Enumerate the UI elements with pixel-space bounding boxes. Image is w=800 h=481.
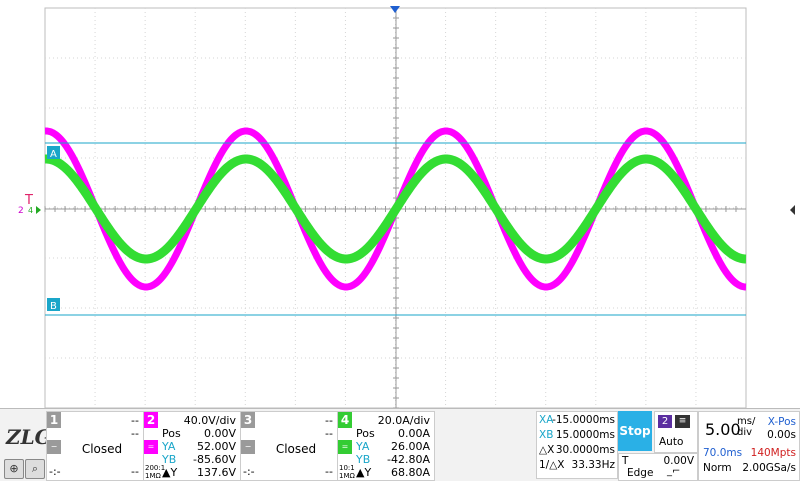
ch4-pos-value: 0.00A (397, 427, 430, 440)
rising-edge-icon: _⌐ (667, 466, 681, 477)
ch4-probe-ratio: 10:1 (339, 464, 355, 472)
channel-3-panel[interactable]: 3 -- -- − Closed -:- -- (240, 411, 338, 481)
acquisition-window: 70.0ms (703, 447, 743, 459)
run-stop-button[interactable]: Stop (618, 411, 652, 451)
acquisition-mode: Norm (703, 462, 732, 474)
ch4-delta-y-label: ▲Y (356, 466, 372, 479)
ch2-ya-value: 52.00V (196, 440, 236, 453)
ch2-ya-label: YA (162, 440, 176, 453)
trigger-source-panel[interactable]: 2 ≡ Auto (654, 411, 698, 453)
ch2-yb-value: -85.60V (193, 453, 236, 466)
frequency-label: 1/△X (539, 459, 565, 471)
trigger-mode: Auto (659, 436, 684, 448)
x-pos-value: 0.00s (767, 429, 796, 441)
timebase-unit-top: ms/ (737, 416, 756, 427)
channel-1-number: 1 (47, 412, 61, 428)
xb-label: XB (539, 429, 554, 441)
ch2-pos-value: 0.00V (203, 427, 236, 440)
timebase-unit-bottom: div (737, 427, 753, 438)
ch-offset-arrow-icon (36, 206, 41, 214)
control-panel: ZLG® ⊕ ⌕ 1 -- -- − Closed -:- -- 2 40.0V… (0, 408, 800, 481)
trigger-source: 2 (658, 415, 672, 428)
cursor-measurement-panel[interactable]: XA -15.0000ms XB 15.0000ms △X 30.0000ms 1/△… (536, 411, 618, 479)
waveform-display[interactable]: A B T 2 4 (0, 0, 800, 408)
memory-depth: 140Mpts (750, 447, 796, 459)
ch1-coupling-icon: − (47, 440, 61, 454)
search-icon[interactable]: ⌕ (25, 459, 45, 479)
cursor-b-label: B (50, 301, 57, 312)
ch2-coupling-icon: = (144, 440, 158, 454)
ch2-scale: 40.0V/div (183, 414, 236, 427)
trigger-type: Edge (627, 467, 654, 479)
waveform-canvas: A B T 2 4 (18, 6, 795, 408)
ch4-delta-y-value: 68.80A (390, 466, 430, 479)
x-pos-label: X-Pos (767, 416, 796, 428)
xa-value: -15.0000ms (552, 414, 615, 426)
right-offset-arrow-icon[interactable] (790, 205, 795, 215)
ch3-coupling-icon: − (241, 440, 255, 454)
channel-4-number: 4 (338, 412, 352, 428)
ch1-bottom-right: -- (131, 465, 139, 478)
ch4-coupling-icon: = (338, 440, 352, 454)
channel-4-panel[interactable]: 4 20.0A/div Pos 0.00A = YA 26.00A YB -42… (337, 411, 435, 481)
frequency-value: 33.33Hz (571, 459, 615, 471)
ch1-bottom-left: -:- (49, 465, 61, 478)
ch4-impedance: 1MΩ (339, 472, 355, 480)
zoom-icon[interactable]: ⊕ (4, 459, 24, 479)
channel-2-number: 2 (144, 412, 158, 428)
ch4-scale: 20.0A/div (377, 414, 430, 427)
trigger-coupling-icon: ≡ (675, 415, 690, 428)
ch2-delta-y-label: ▲Y (162, 466, 178, 479)
ch4-yb-label: YB (356, 453, 371, 466)
ch3-bottom-left: -:- (243, 465, 255, 478)
ch4-ya-label: YA (356, 440, 370, 453)
delta-x-label: △X (539, 444, 555, 456)
ch3-line1: -- (325, 414, 333, 427)
trigger-level-label: T (622, 455, 629, 467)
trigger-position-marker[interactable] (390, 6, 400, 13)
ch2-pos-label: Pos (162, 427, 181, 440)
ch2-delta-y-value: 137.6V (196, 466, 236, 479)
ch3-bottom-right: -- (325, 465, 333, 478)
ch1-line2: -- (131, 427, 139, 440)
ch1-line1: -- (131, 414, 139, 427)
channel-3-number: 3 (241, 412, 255, 428)
channel-2-panel[interactable]: 2 40.0V/div Pos 0.00V = YA 52.00V YB -85… (143, 411, 241, 481)
timebase-panel[interactable]: 5.00 ms/ div X-Pos 0.00s 70.0ms 140Mpts … (698, 411, 800, 481)
ch4-yb-value: -42.80A (387, 453, 430, 466)
ch3-line2: -- (325, 427, 333, 440)
cursor-a-label: A (50, 149, 57, 160)
ch2-offset-marker[interactable]: 2 (18, 206, 24, 216)
ch3-status: Closed (275, 442, 317, 456)
sample-rate: 2.00GSa/s (742, 462, 796, 474)
ch4-pos-label: Pos (356, 427, 375, 440)
channel-1-panel[interactable]: 1 -- -- − Closed -:- -- (46, 411, 144, 481)
trigger-settings-panel[interactable]: T 0.00V Edge _⌐ (618, 453, 698, 481)
ch4-offset-marker[interactable]: 4 (28, 206, 33, 215)
ch4-ya-value: 26.00A (390, 440, 430, 453)
ch2-impedance: 1MΩ (145, 472, 161, 480)
timebase-value: 5.00 (705, 420, 741, 439)
ch1-status: Closed (81, 442, 123, 456)
xb-value: 15.0000ms (555, 429, 615, 441)
delta-x-value: 30.0000ms (555, 444, 615, 456)
